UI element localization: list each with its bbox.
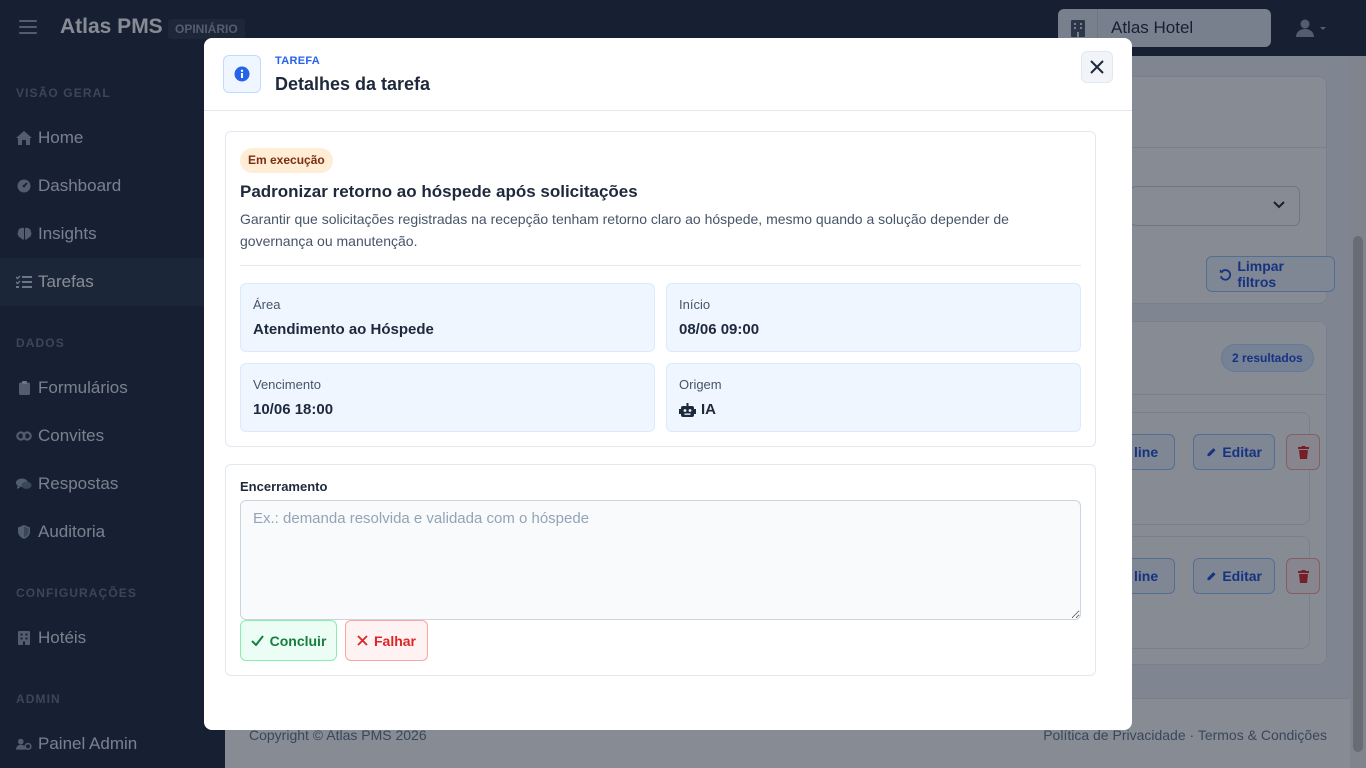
divider — [240, 265, 1081, 266]
modal-kicker: TAREFA — [275, 55, 320, 67]
status-badge: Em execução — [240, 148, 333, 173]
conclude-label: Concluir — [269, 632, 327, 649]
field-value: 10/06 18:00 — [253, 401, 334, 418]
field-label: Origem — [679, 377, 722, 392]
check-icon — [250, 635, 264, 646]
field-value: Atendimento ao Hóspede — [253, 321, 434, 338]
field-origin: Origem IA — [666, 363, 1081, 432]
fail-button[interactable]: Falhar — [345, 620, 428, 661]
task-details-modal: TAREFA Detalhes da tarefa Em execução Pa… — [204, 38, 1132, 730]
field-start: Início 08/06 09:00 — [666, 283, 1081, 352]
modal-header: TAREFA Detalhes da tarefa — [204, 38, 1132, 111]
origin-value: IA — [701, 401, 716, 418]
close-icon — [1090, 60, 1104, 74]
robot-icon — [679, 402, 696, 417]
info-icon — [223, 55, 261, 93]
field-label: Início — [679, 297, 711, 312]
close-button[interactable] — [1081, 51, 1113, 83]
task-description: Garantir que solicitações registradas na… — [240, 211, 1009, 249]
field-area: Área Atendimento ao Hóspede — [240, 283, 655, 352]
closure-textarea[interactable] — [240, 500, 1081, 620]
fail-label: Falhar — [373, 632, 416, 649]
task-info-card: Em execução Padronizar retorno ao hósped… — [225, 131, 1096, 447]
closure-card: Encerramento Concluir Falhar — [225, 464, 1096, 676]
modal-title: Detalhes da tarefa — [275, 74, 431, 94]
field-due: Vencimento 10/06 18:00 — [240, 363, 655, 432]
task-title: Padronizar retorno ao hóspede após solic… — [240, 182, 638, 201]
field-label: Área — [253, 297, 281, 312]
closure-label: Encerramento — [240, 479, 328, 494]
x-icon — [357, 635, 368, 646]
field-value-origin: IA — [679, 401, 716, 418]
field-label: Vencimento — [253, 377, 321, 392]
field-value: 08/06 09:00 — [679, 321, 760, 338]
conclude-button[interactable]: Concluir — [240, 620, 337, 661]
